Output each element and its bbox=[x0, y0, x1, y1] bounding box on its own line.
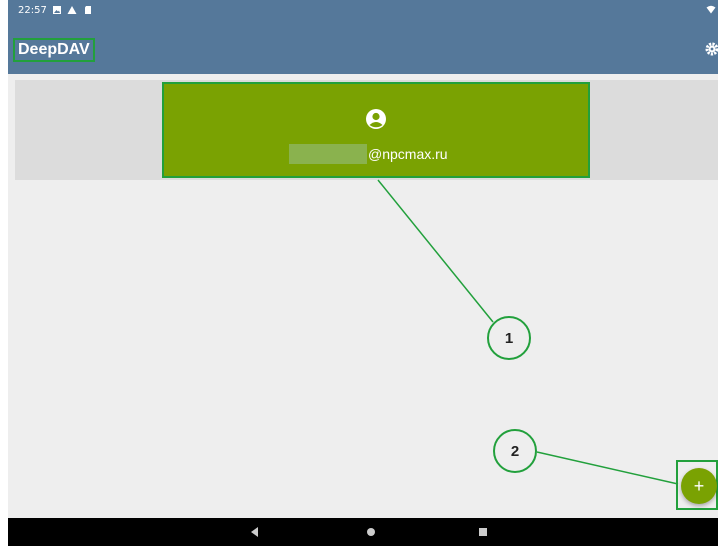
callout-marker-2: 2 bbox=[493, 429, 537, 473]
callout-2-line bbox=[536, 451, 679, 485]
app-screen: 22:57 DeepDAV @npcmax.ru 1 2 + bbox=[8, 0, 718, 546]
callout-marker-1: 1 bbox=[487, 316, 531, 360]
recents-icon[interactable] bbox=[476, 525, 490, 539]
callout-1-line bbox=[377, 179, 494, 323]
callout-lines bbox=[377, 179, 679, 485]
home-icon[interactable] bbox=[364, 525, 378, 539]
back-icon[interactable] bbox=[248, 525, 262, 539]
add-account-button[interactable]: + bbox=[681, 468, 717, 504]
navigation-bar bbox=[8, 518, 718, 546]
